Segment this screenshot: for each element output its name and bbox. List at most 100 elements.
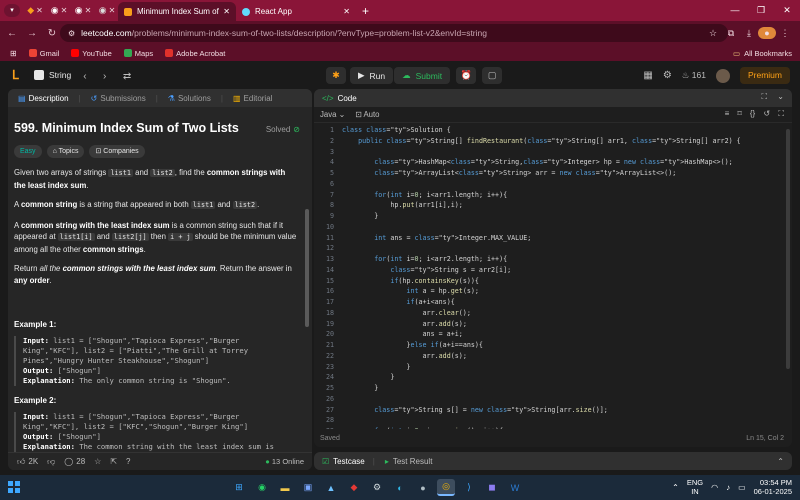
user-avatar[interactable] [715, 68, 730, 83]
restore-icon[interactable]: ❐ [748, 0, 774, 21]
collapse-icon[interactable]: ⌄ [777, 92, 784, 101]
minimize-icon[interactable]: — [722, 0, 748, 21]
start-menu-icon[interactable]: ⊞ [230, 479, 248, 496]
pinned-tab-1[interactable]: ◆ ✕ [24, 2, 46, 19]
address-bar[interactable]: ⚙ leetcode.com /problems/minimum-index-s… [60, 24, 728, 42]
next-problem-icon[interactable]: › [103, 71, 106, 82]
word-icon[interactable]: W [506, 479, 524, 496]
leetcode-logo-icon[interactable]: ᒪ [12, 68, 24, 82]
notes-button[interactable]: ▢ [482, 67, 503, 84]
code-line[interactable]: 13 for(int i=0; i<arr2.length; i++){ [314, 254, 788, 265]
bookmark-maps[interactable]: Maps [123, 49, 153, 58]
tab-editorial[interactable]: ▥ Editorial [233, 94, 272, 103]
new-tab-button[interactable]: + [362, 4, 369, 18]
code-line[interactable]: 20 ans = a+i; [314, 329, 788, 340]
auto-mode-toggle[interactable]: ⊡ Auto [355, 110, 379, 119]
browser-tab-leetcode[interactable]: Minimum Index Sum of Two Lists ✕ [118, 2, 236, 21]
close-tab-icon[interactable]: ✕ [223, 7, 230, 16]
submit-button[interactable]: ☁ Submit [394, 67, 451, 84]
reset-icon[interactable]: ↺ [763, 109, 770, 118]
code-line[interactable]: 12 [314, 243, 788, 254]
clock[interactable]: 03:54 PM 06-01-2025 [754, 478, 792, 496]
code-line[interactable]: 6 [314, 179, 788, 190]
profile-avatar[interactable]: ● [758, 27, 776, 39]
comments-button[interactable]: ◯ 28 [64, 457, 85, 466]
edge-icon[interactable]: ◐ [391, 479, 409, 496]
editor-scrollbar[interactable] [786, 129, 790, 369]
companies-chip[interactable]: ⊡ Companies [89, 145, 145, 158]
expand-icon[interactable]: ⌃ [777, 457, 784, 466]
problem-list-button[interactable]: String [34, 70, 71, 80]
debug-button[interactable]: ✱ [326, 67, 346, 84]
code-line[interactable]: 5 class="ty">ArrayList<class="ty">String… [314, 168, 788, 179]
vscode-icon[interactable]: ⟩ [460, 479, 478, 496]
layout-icon[interactable]: ▦ [643, 70, 652, 81]
app-icon[interactable]: ● [414, 479, 432, 496]
extensions-icon[interactable]: ⧉ [722, 28, 740, 39]
code-editor[interactable]: 1 class class="ty">Solution {2 public cla… [314, 125, 788, 429]
code-line[interactable]: 18 arr.clear(); [314, 308, 788, 319]
close-tab-icon[interactable]: ✕ [343, 7, 350, 16]
pinned-tab-3[interactable]: ◉ ✕ [72, 2, 94, 19]
code-line[interactable]: 16 int a = hp.get(s); [314, 286, 788, 297]
code-line[interactable]: 24 } [314, 372, 788, 383]
chevron-up-icon[interactable]: ⌃ [672, 483, 679, 492]
tab-description[interactable]: ▤ Description [18, 94, 69, 103]
store-icon[interactable]: ▣ [299, 479, 317, 496]
apps-icon[interactable]: ⊞ [10, 49, 17, 58]
maximize-icon[interactable]: ⛶ [761, 92, 767, 101]
chrome-icon[interactable]: ◎ [437, 479, 455, 496]
tab-testcase[interactable]: ☑ Testcase [322, 457, 365, 466]
site-info-icon[interactable]: ⚙ [68, 29, 75, 38]
settings-gear-icon[interactable]: ⚙ [663, 70, 672, 81]
shuffle-icon[interactable]: ⇄ [123, 71, 131, 82]
bookmark-icon[interactable]: ⌑ [738, 109, 742, 118]
language-indicator[interactable]: ENG IN [687, 478, 703, 496]
run-button[interactable]: ▶ Run [350, 67, 394, 84]
help-button[interactable]: ? [126, 457, 130, 466]
prev-problem-icon[interactable]: ‹ [83, 71, 86, 82]
language-select[interactable]: Java ⌄ [320, 110, 345, 119]
settings-app-icon[interactable]: ⚙ [368, 479, 386, 496]
bookmark-youtube[interactable]: YouTube [71, 49, 112, 58]
code-line[interactable]: 9 } [314, 211, 788, 222]
menu-icon[interactable]: ⋮ [776, 28, 794, 39]
description-scrollbar[interactable] [305, 209, 309, 327]
streak-counter[interactable]: ♨ 161 [682, 70, 706, 81]
back-icon[interactable]: ← [4, 28, 20, 39]
timer-button[interactable]: ⏰ [456, 67, 477, 84]
code-line[interactable]: 2 public class="ty">String[] findRestaur… [314, 136, 788, 147]
bookmark-acrobat[interactable]: Adobe Acrobat [165, 49, 225, 58]
tab-test-result[interactable]: ▸ Test Result [385, 457, 433, 466]
code-line[interactable]: 17 if(a+i<ans){ [314, 297, 788, 308]
format-icon[interactable]: ≡ [725, 109, 730, 118]
code-line[interactable]: 1 class class="ty">Solution { [314, 125, 788, 136]
fullscreen-icon[interactable]: ⛶ [778, 109, 784, 118]
pinned-tab-4[interactable]: ◉ ✕ [96, 2, 118, 19]
code-line[interactable]: 21 }else if(a+i==ans){ [314, 340, 788, 351]
code-line[interactable]: 28 [314, 415, 788, 426]
code-line[interactable]: 15 if(hp.containsKey(s)){ [314, 276, 788, 287]
share-button[interactable]: ⇱ [110, 457, 117, 466]
like-button[interactable]: 👍︎ 2K [17, 457, 38, 467]
code-line[interactable]: 10 [314, 222, 788, 233]
code-line[interactable]: 11 int ans = class="ty">Integer.MAX_VALU… [314, 233, 788, 244]
braces-icon[interactable]: {} [750, 109, 755, 118]
pinned-tab-2[interactable]: ◉ ✕ [48, 2, 70, 19]
code-line[interactable]: 4 class="ty">HashMap<class="ty">String,c… [314, 157, 788, 168]
bookmark-star-icon[interactable]: ☆ [704, 28, 722, 39]
code-line[interactable]: 14 class="ty">String s = arr2[i]; [314, 265, 788, 276]
all-bookmarks[interactable]: ▭ All Bookmarks [733, 45, 792, 61]
whatsapp-icon[interactable]: ◉ [253, 479, 271, 496]
topics-chip[interactable]: ⌂ Topics [46, 145, 85, 158]
code-line[interactable]: 8 hp.put(arr1[i],i); [314, 200, 788, 211]
forward-icon[interactable]: → [24, 28, 40, 39]
code-line[interactable]: 19 arr.add(s); [314, 319, 788, 330]
code-line[interactable]: 26 [314, 394, 788, 405]
code-line[interactable]: 27 class="ty">String s[] = new class="ty… [314, 405, 788, 416]
mcafee-icon[interactable]: ◆ [345, 479, 363, 496]
favorite-button[interactable]: ☆ [94, 457, 101, 466]
wifi-icon[interactable]: ◠ [711, 483, 718, 492]
code-line[interactable]: 25 } [314, 383, 788, 394]
dislike-button[interactable]: 👎︎ [47, 457, 55, 467]
